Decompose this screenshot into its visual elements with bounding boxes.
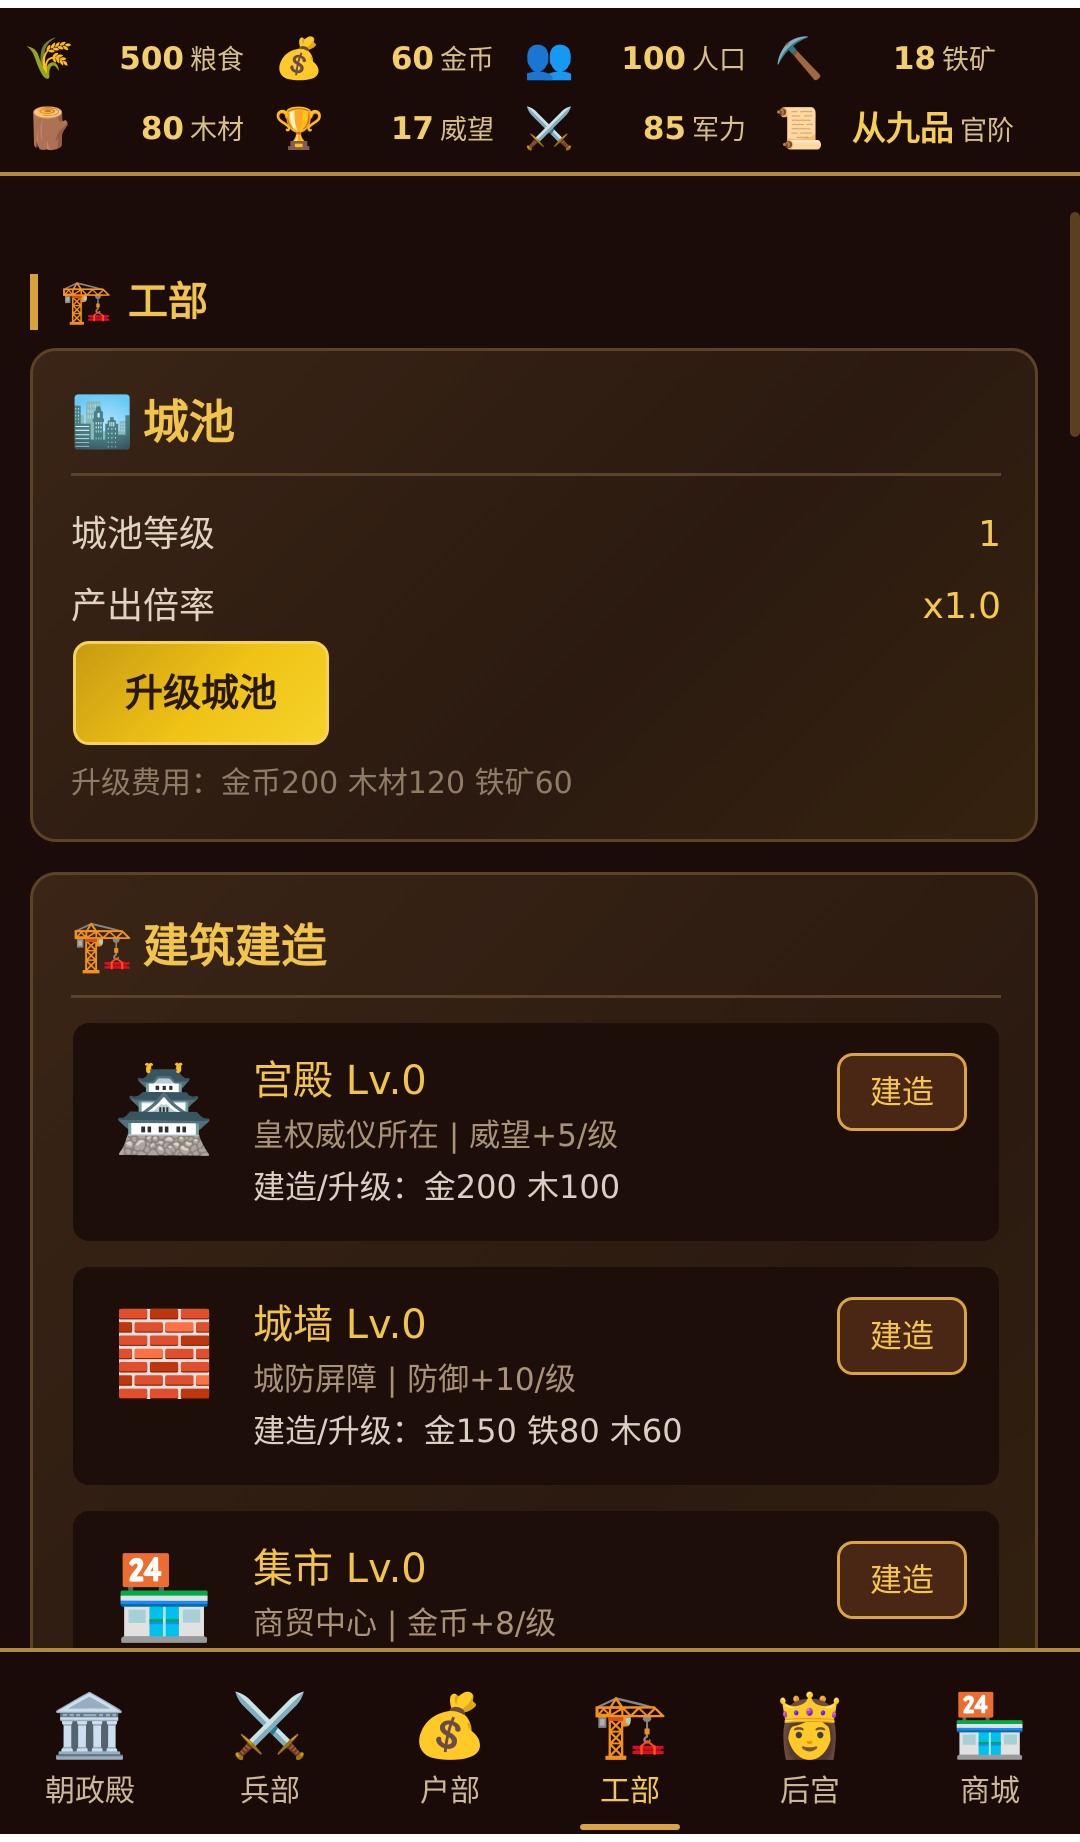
- crossed-swords-icon: ⚔️: [524, 106, 574, 152]
- crane-icon: 🏗️: [60, 277, 113, 326]
- resource-iron: ⛏️ 18 铁矿: [774, 26, 996, 92]
- crane-icon: 🏗️: [71, 917, 134, 975]
- building-description: 商贸中心 | 金币+8/级: [253, 1606, 557, 1642]
- app-screen: 🌾 500 粮食 💰 60 金币 👥 100 人口 ⛏️ 18 铁矿 🪵 80 木材: [0, 0, 1080, 1842]
- building-item-palace: 🏯 宫殿 Lv.0 皇权威仪所在 | 威望+5/级 建造/升级：金200 木10…: [73, 1023, 999, 1241]
- money-bag-icon: 💰: [411, 1689, 489, 1762]
- resource-row-2: 🪵 80 木材 🏆 17 威望 ⚔️ 85 军力 📜 从九品 官阶: [0, 96, 1080, 162]
- section-header: 🏗️ 工部: [30, 272, 430, 332]
- princess-icon: 👸: [771, 1689, 849, 1762]
- resource-population: 👥 100 人口: [524, 26, 746, 92]
- city-card-title: 城池: [143, 395, 235, 449]
- grain-unit: 粮食: [190, 45, 244, 76]
- city-level-value: 1: [978, 514, 1001, 555]
- divider: [71, 473, 1001, 476]
- nav-label: 兵部: [240, 1774, 300, 1809]
- castle-icon: 🏯: [113, 1063, 216, 1158]
- build-wall-button[interactable]: 建造: [837, 1297, 967, 1375]
- nav-item-revenue[interactable]: 💰 户部: [360, 1688, 540, 1818]
- nav-item-military[interactable]: ⚔️ 兵部: [180, 1688, 360, 1818]
- upgrade-cost-text: 升级费用：金币200 木材120 铁矿60: [71, 766, 573, 801]
- scroll-icon: 📜: [774, 106, 824, 152]
- pickaxe-icon: ⛏️: [774, 36, 824, 82]
- population-value: 100: [621, 41, 686, 77]
- money-bag-icon: 💰: [274, 36, 324, 82]
- building-cost: 建造/升级：金200 木100: [253, 1168, 621, 1206]
- building-description: 皇权威仪所在 | 威望+5/级: [253, 1118, 619, 1154]
- resource-military: ⚔️ 85 军力: [524, 96, 746, 162]
- crossed-swords-icon: ⚔️: [231, 1689, 309, 1762]
- city-level-row: 城池等级 1: [71, 505, 1001, 565]
- nav-label: 朝政殿: [45, 1774, 135, 1809]
- building-item-wall: 🧱 城墙 Lv.0 城防屏障 | 防御+10/级 建造/升级：金150 铁80 …: [73, 1267, 999, 1485]
- output-rate-row: 产出倍率 x1.0: [71, 577, 1001, 637]
- construction-card-title: 建筑建造: [143, 919, 327, 973]
- gold-unit: 金币: [440, 45, 494, 76]
- building-name: 宫殿 Lv.0: [253, 1058, 427, 1104]
- trophy-icon: 🏆: [274, 106, 324, 152]
- nav-item-court[interactable]: 🏛️ 朝政殿: [0, 1688, 180, 1818]
- building-name: 城墙 Lv.0: [253, 1302, 427, 1348]
- construction-card-header: 🏗️ 建筑建造: [71, 913, 1001, 979]
- nav-label: 后宫: [780, 1774, 840, 1809]
- resource-grain: 🌾 500 粮食: [24, 26, 244, 92]
- bottom-nav: 🏛️ 朝政殿 ⚔️ 兵部 💰 户部 🏗️ 工部 👸 后宫 🏪 商城: [0, 1648, 1080, 1842]
- nav-item-works[interactable]: 🏗️ 工部: [540, 1688, 720, 1818]
- upgrade-city-button[interactable]: 升级城池: [73, 641, 329, 745]
- city-level-label: 城池等级: [71, 514, 216, 555]
- nav-label: 商城: [960, 1774, 1020, 1809]
- iron-value: 18: [892, 41, 936, 77]
- resource-rank: 📜 从九品 官阶: [774, 96, 1014, 162]
- prestige-unit: 威望: [440, 115, 494, 146]
- rank-unit: 官阶: [960, 116, 1014, 147]
- active-tab-indicator: [580, 1824, 680, 1830]
- grain-value: 500: [119, 41, 184, 77]
- nav-item-shop[interactable]: 🏪 商城: [900, 1688, 1080, 1818]
- grain-icon: 🌾: [24, 36, 74, 82]
- convenience-store-icon: 🏪: [951, 1689, 1029, 1762]
- building-cost: 建造/升级：金150 铁80 木60: [253, 1412, 683, 1450]
- military-value: 85: [642, 111, 686, 147]
- resource-wood: 🪵 80 木材: [24, 96, 244, 162]
- people-icon: 👥: [524, 36, 574, 82]
- nav-item-harem[interactable]: 👸 后宫: [720, 1688, 900, 1818]
- section-accent-bar: [30, 274, 38, 330]
- output-rate-value: x1.0: [922, 586, 1001, 627]
- iron-unit: 铁矿: [942, 45, 996, 76]
- prestige-value: 17: [390, 111, 434, 147]
- build-market-button[interactable]: 建造: [837, 1541, 967, 1619]
- military-unit: 军力: [692, 115, 746, 146]
- brick-icon: 🧱: [113, 1307, 216, 1402]
- build-palace-button[interactable]: 建造: [837, 1053, 967, 1131]
- wood-value: 80: [140, 111, 184, 147]
- rank-value: 从九品: [852, 109, 954, 149]
- scrollbar[interactable]: [1070, 212, 1080, 437]
- wood-log-icon: 🪵: [24, 106, 74, 152]
- divider: [71, 995, 1001, 998]
- nav-label: 工部: [600, 1774, 660, 1809]
- resource-prestige: 🏆 17 威望: [274, 96, 494, 162]
- bottom-edge: [0, 1834, 1080, 1842]
- population-unit: 人口: [692, 45, 746, 76]
- output-rate-label: 产出倍率: [71, 586, 216, 627]
- convenience-store-icon: 🏪: [113, 1551, 216, 1646]
- nav-label: 户部: [420, 1774, 480, 1809]
- gold-value: 60: [390, 41, 434, 77]
- classical-building-icon: 🏛️: [51, 1689, 129, 1762]
- resource-bar: 🌾 500 粮食 💰 60 金币 👥 100 人口 ⛏️ 18 铁矿 🪵 80 木材: [0, 0, 1080, 176]
- building-description: 城防屏障 | 防御+10/级: [253, 1362, 577, 1398]
- crane-icon: 🏗️: [591, 1689, 669, 1762]
- city-card: 🏙️ 城池 城池等级 1 产出倍率 x1.0 升级城池 升级费用：金币200 木…: [30, 348, 1038, 842]
- resource-row-1: 🌾 500 粮食 💰 60 金币 👥 100 人口 ⛏️ 18 铁矿: [0, 26, 1080, 92]
- city-card-header: 🏙️ 城池: [71, 389, 1001, 455]
- building-name: 集市 Lv.0: [253, 1546, 427, 1592]
- resource-gold: 💰 60 金币: [274, 26, 494, 92]
- cityscape-icon: 🏙️: [71, 393, 134, 451]
- wood-unit: 木材: [190, 115, 244, 146]
- section-title: 工部: [128, 279, 208, 325]
